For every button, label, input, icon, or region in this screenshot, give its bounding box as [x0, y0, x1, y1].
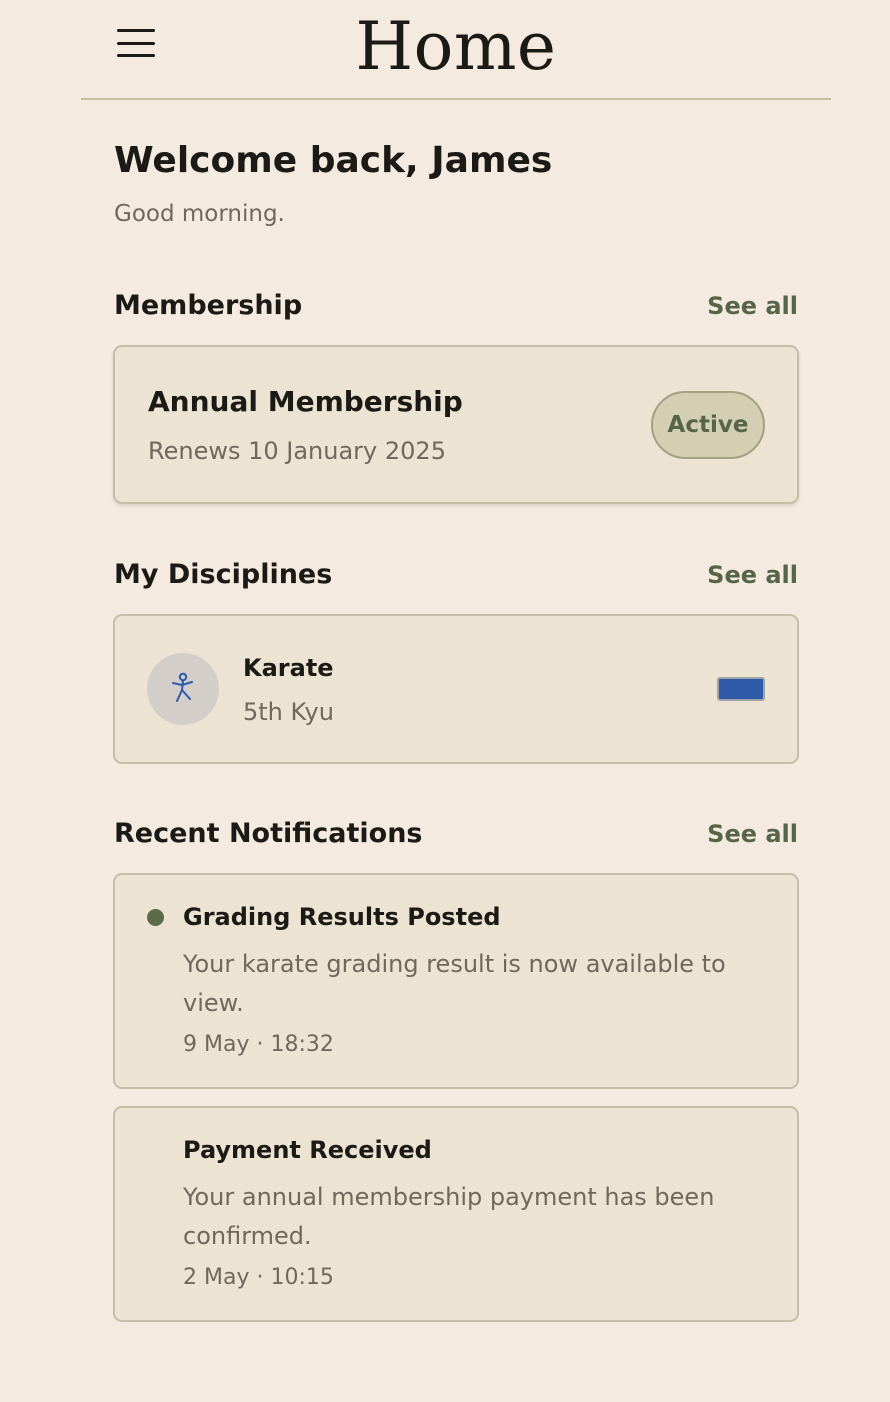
greeting-text: Good morning. — [114, 201, 285, 227]
membership-plan-name: Annual Membership — [148, 385, 463, 418]
welcome-heading: Welcome back, James — [114, 140, 553, 181]
notifications-section-title: Recent Notifications — [114, 818, 423, 849]
page-title: Home — [355, 8, 557, 85]
status-badge: Active — [651, 391, 765, 459]
discipline-avatar — [147, 653, 219, 725]
notification-item[interactable]: Payment Received Your annual membership … — [113, 1106, 799, 1322]
karate-figure-icon — [172, 672, 193, 702]
discipline-card-karate[interactable]: Karate 5th Kyu — [113, 614, 799, 764]
top-bar: Home — [81, 0, 831, 100]
membership-section-title: Membership — [114, 290, 303, 321]
belt-color-swatch — [717, 677, 765, 701]
membership-renewal-date: Renews 10 January 2025 — [148, 437, 446, 465]
notification-title: Payment Received — [183, 1136, 432, 1164]
notification-time: 9 May · 18:32 — [183, 1032, 334, 1057]
discipline-rank: 5th Kyu — [243, 698, 334, 726]
notification-time: 2 May · 10:15 — [183, 1265, 334, 1290]
notifications-see-all-link[interactable]: See all — [707, 820, 798, 848]
discipline-name: Karate — [243, 654, 334, 682]
notification-item[interactable]: Grading Results Posted Your karate gradi… — [113, 873, 799, 1089]
disciplines-see-all-link[interactable]: See all — [707, 561, 798, 589]
disciplines-section-title: My Disciplines — [114, 559, 333, 590]
unread-indicator-icon — [147, 909, 164, 926]
membership-card[interactable]: Annual Membership Renews 10 January 2025… — [113, 345, 799, 504]
membership-see-all-link[interactable]: See all — [707, 292, 798, 320]
notification-body: Your karate grading result is now availa… — [183, 950, 726, 1017]
notification-body: Your annual membership payment has been … — [183, 1183, 715, 1250]
home-screen: Home Welcome back, James Good morning. M… — [0, 0, 890, 1402]
notification-title: Grading Results Posted — [183, 903, 501, 931]
